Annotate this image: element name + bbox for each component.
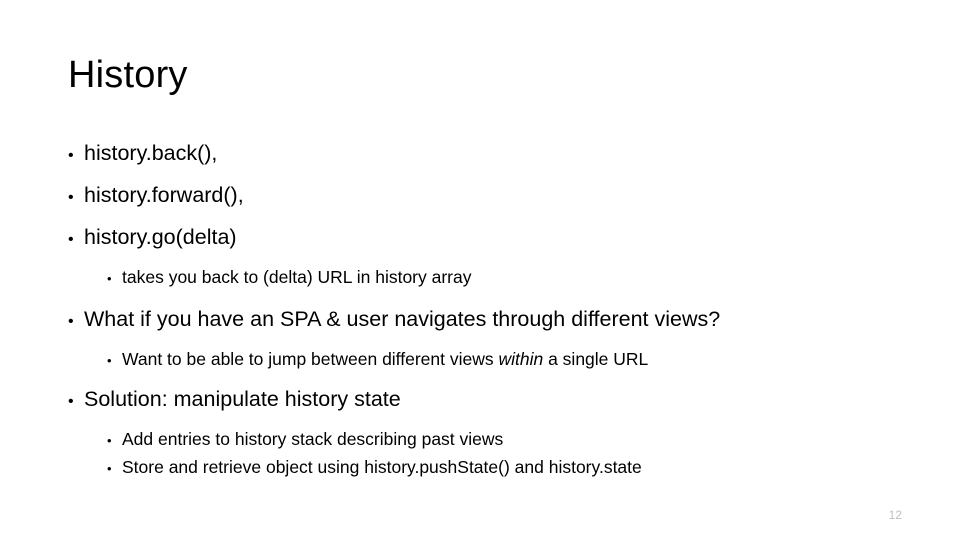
list-item-label: history.forward(), bbox=[84, 183, 244, 207]
sub-list-item-label: Want to be able to jump between differen… bbox=[122, 348, 898, 370]
list-item: • What if you have an SPA & user navigat… bbox=[68, 306, 898, 335]
slide: History • history.back(), • history.forw… bbox=[0, 0, 960, 540]
bullet-icon: • bbox=[68, 189, 74, 206]
sub-list-item: • Store and retrieve object using histor… bbox=[107, 456, 898, 480]
list-item: • history.back(), bbox=[68, 140, 898, 169]
bullet-icon: • bbox=[68, 231, 74, 248]
sub-list-item-label: takes you back to (delta) URL in history… bbox=[122, 267, 472, 287]
list-item-label: Solution: manipulate history state bbox=[84, 387, 401, 411]
list-item-label: What if you have an SPA & user navigates… bbox=[84, 307, 721, 331]
bullet-icon: • bbox=[107, 271, 112, 286]
list-item-label: history.back(), bbox=[84, 141, 218, 165]
sub-list-item-text-before: Want to be able to jump between differen… bbox=[122, 349, 499, 369]
page-number: 12 bbox=[888, 508, 902, 522]
list-item: • Solution: manipulate history state bbox=[68, 386, 898, 415]
sub-list-item-label: Store and retrieve object using history.… bbox=[122, 457, 642, 477]
page-title: History bbox=[68, 54, 188, 96]
bullet-icon: • bbox=[107, 461, 112, 476]
sub-list-item-label: Add entries to history stack describing … bbox=[122, 429, 504, 449]
bullet-icon: • bbox=[107, 433, 112, 448]
bullet-icon: • bbox=[68, 147, 74, 164]
slide-body: • history.back(), • history.forward(), •… bbox=[68, 140, 898, 484]
sub-list-item: • Add entries to history stack describin… bbox=[107, 428, 898, 452]
list-item: • history.go(delta) bbox=[68, 224, 898, 253]
sub-list-item-emphasis: within bbox=[498, 349, 544, 369]
sub-list-item: • Want to be able to jump between differ… bbox=[107, 348, 898, 372]
sub-list-item: • takes you back to (delta) URL in histo… bbox=[107, 266, 898, 290]
bullet-icon: • bbox=[107, 353, 112, 368]
list-item: • history.forward(), bbox=[68, 182, 898, 211]
list-item-label: history.go(delta) bbox=[84, 225, 237, 249]
bullet-icon: • bbox=[68, 393, 74, 410]
sub-list-item-text-after: a single URL bbox=[543, 349, 649, 369]
bullet-icon: • bbox=[68, 313, 74, 330]
